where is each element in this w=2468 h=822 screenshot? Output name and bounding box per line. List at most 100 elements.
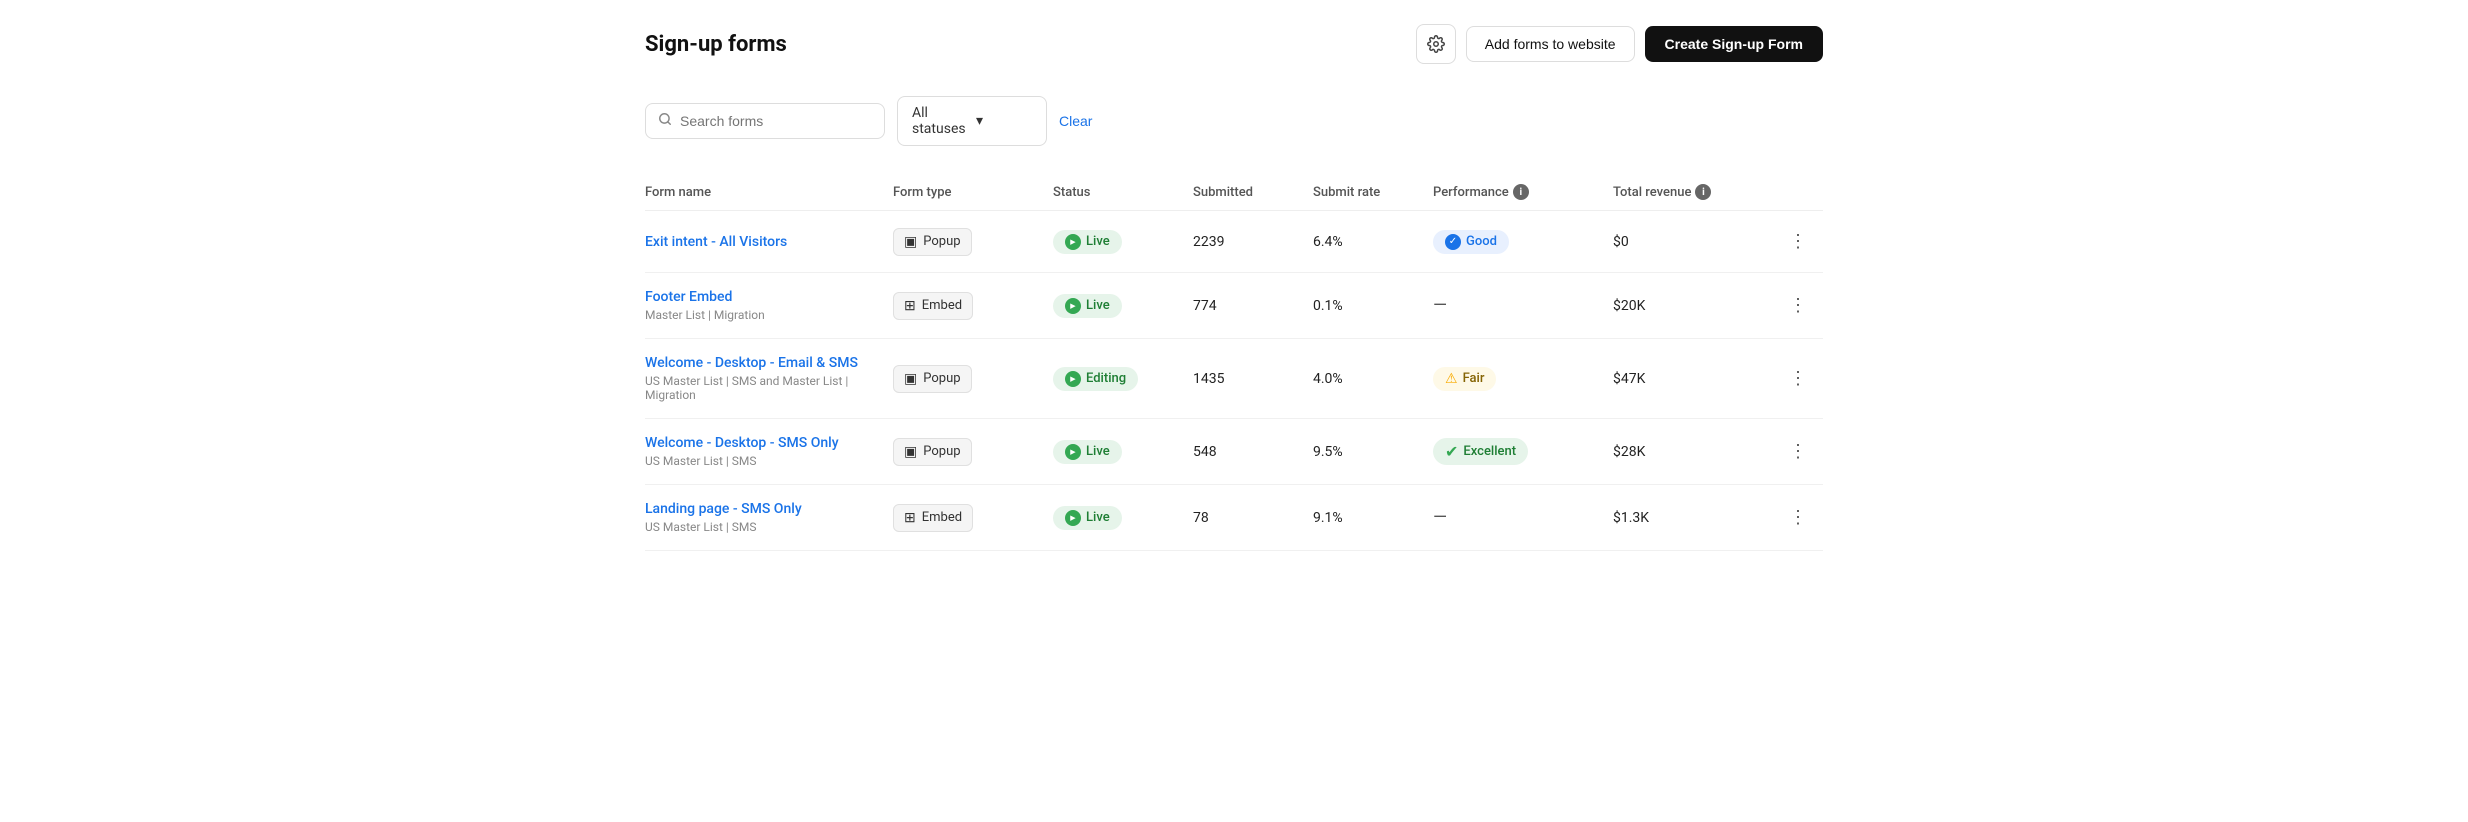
submit-rate-cell: 6.4% (1313, 234, 1433, 250)
status-badge: Live (1053, 294, 1122, 318)
add-forms-button[interactable]: Add forms to website (1466, 26, 1635, 62)
more-options-button[interactable]: ⋮ (1773, 503, 1823, 532)
form-subtitle: US Master List | SMS (645, 520, 893, 534)
performance-info-icon[interactable]: i (1513, 184, 1529, 200)
form-name-cell: Welcome - Desktop - SMS Only US Master L… (645, 435, 893, 468)
type-icon: ⊞ (904, 510, 916, 526)
performance-cell: — (1433, 507, 1613, 528)
status-cell: Editing (1053, 367, 1193, 391)
form-name-cell: Landing page - SMS Only US Master List |… (645, 501, 893, 534)
form-type-cell: ▣ Popup (893, 228, 1053, 256)
more-options-button[interactable]: ⋮ (1773, 364, 1823, 393)
form-subtitle: US Master List | SMS (645, 454, 893, 468)
status-cell: Live (1053, 230, 1193, 254)
form-name-link[interactable]: Exit intent - All Visitors (645, 234, 893, 250)
form-type-cell: ⊞ Embed (893, 504, 1053, 532)
revenue-cell: $28K (1613, 444, 1773, 460)
form-name-cell: Footer Embed Master List | Migration (645, 289, 893, 322)
submitted-cell: 548 (1193, 444, 1313, 460)
filters-bar: All statuses ▾ Clear (645, 96, 1823, 146)
performance-cell: ⚠ Fair (1433, 367, 1613, 391)
status-dot-icon (1065, 444, 1081, 460)
form-name-cell: Welcome - Desktop - Email & SMS US Maste… (645, 355, 893, 402)
type-badge: ▣ Popup (893, 365, 972, 393)
perf-warn-icon: ⚠ (1445, 371, 1458, 387)
type-icon: ▣ (904, 444, 917, 460)
form-subtitle: US Master List | SMS and Master List | M… (645, 374, 893, 402)
type-icon: ▣ (904, 234, 917, 250)
submitted-cell: 78 (1193, 510, 1313, 526)
revenue-cell: $47K (1613, 371, 1773, 387)
type-badge: ⊞ Embed (893, 504, 973, 532)
forms-table: Form name Form type Status Submitted Sub… (645, 174, 1823, 551)
revenue-cell: $1.3K (1613, 510, 1773, 526)
submit-rate-cell: 9.5% (1313, 444, 1433, 460)
more-options-button[interactable]: ⋮ (1773, 437, 1823, 466)
table-body: Exit intent - All Visitors ▣ Popup Live … (645, 211, 1823, 551)
more-options-button[interactable]: ⋮ (1773, 291, 1823, 320)
page-header: Sign-up forms Add forms to website Creat… (645, 24, 1823, 64)
status-cell: Live (1053, 506, 1193, 530)
type-icon: ⊞ (904, 298, 916, 314)
col-performance: Performance i (1433, 184, 1613, 200)
status-dot-icon (1065, 510, 1081, 526)
form-name-link[interactable]: Landing page - SMS Only (645, 501, 893, 517)
form-name-link[interactable]: Footer Embed (645, 289, 893, 305)
performance-cell: — (1433, 295, 1613, 316)
settings-button[interactable] (1416, 24, 1456, 64)
table-row: Exit intent - All Visitors ▣ Popup Live … (645, 211, 1823, 273)
search-wrapper[interactable] (645, 103, 885, 139)
revenue-cell: $0 (1613, 234, 1773, 250)
status-dot-icon (1065, 234, 1081, 250)
status-badge: Editing (1053, 367, 1138, 391)
form-name-link[interactable]: Welcome - Desktop - Email & SMS (645, 355, 893, 371)
status-badge: Live (1053, 230, 1122, 254)
table-row: Welcome - Desktop - SMS Only US Master L… (645, 419, 1823, 485)
col-total-revenue: Total revenue i (1613, 184, 1773, 200)
performance-badge: ⚠ Fair (1433, 367, 1496, 391)
clear-button[interactable]: Clear (1059, 113, 1092, 129)
table-header: Form name Form type Status Submitted Sub… (645, 174, 1823, 211)
search-input[interactable] (680, 113, 872, 129)
type-badge: ▣ Popup (893, 228, 972, 256)
col-submitted: Submitted (1193, 184, 1313, 200)
performance-dash: — (1433, 507, 1447, 528)
performance-badge: ✓ Good (1433, 230, 1509, 254)
page-title: Sign-up forms (645, 32, 787, 57)
type-badge: ▣ Popup (893, 438, 972, 466)
table-row: Landing page - SMS Only US Master List |… (645, 485, 1823, 551)
submit-rate-cell: 0.1% (1313, 298, 1433, 314)
performance-dash: — (1433, 295, 1447, 316)
perf-check-icon: ✔ (1445, 442, 1458, 461)
form-type-cell: ⊞ Embed (893, 292, 1053, 320)
status-cell: Live (1053, 294, 1193, 318)
revenue-cell: $20K (1613, 298, 1773, 314)
col-form-type: Form type (893, 184, 1053, 200)
form-type-cell: ▣ Popup (893, 365, 1053, 393)
submit-rate-cell: 4.0% (1313, 371, 1433, 387)
more-options-button[interactable]: ⋮ (1773, 227, 1823, 256)
col-actions (1773, 184, 1823, 200)
create-signup-form-button[interactable]: Create Sign-up Form (1645, 26, 1823, 62)
status-dot-icon (1065, 298, 1081, 314)
revenue-info-icon[interactable]: i (1695, 184, 1711, 200)
header-actions: Add forms to website Create Sign-up Form (1416, 24, 1823, 64)
status-dot-icon (1065, 371, 1081, 387)
status-badge: Live (1053, 506, 1122, 530)
type-icon: ▣ (904, 371, 917, 387)
status-filter[interactable]: All statuses ▾ (897, 96, 1047, 146)
performance-cell: ✔ Excellent (1433, 438, 1613, 465)
form-name-link[interactable]: Welcome - Desktop - SMS Only (645, 435, 893, 451)
col-submit-rate: Submit rate (1313, 184, 1433, 200)
chevron-down-icon: ▾ (976, 113, 1032, 129)
perf-check-icon: ✓ (1445, 234, 1461, 250)
submitted-cell: 1435 (1193, 371, 1313, 387)
performance-badge: ✔ Excellent (1433, 438, 1528, 465)
submitted-cell: 2239 (1193, 234, 1313, 250)
col-form-name: Form name (645, 184, 893, 200)
status-cell: Live (1053, 440, 1193, 464)
form-subtitle: Master List | Migration (645, 308, 893, 322)
type-badge: ⊞ Embed (893, 292, 973, 320)
submitted-cell: 774 (1193, 298, 1313, 314)
performance-cell: ✓ Good (1433, 230, 1613, 254)
